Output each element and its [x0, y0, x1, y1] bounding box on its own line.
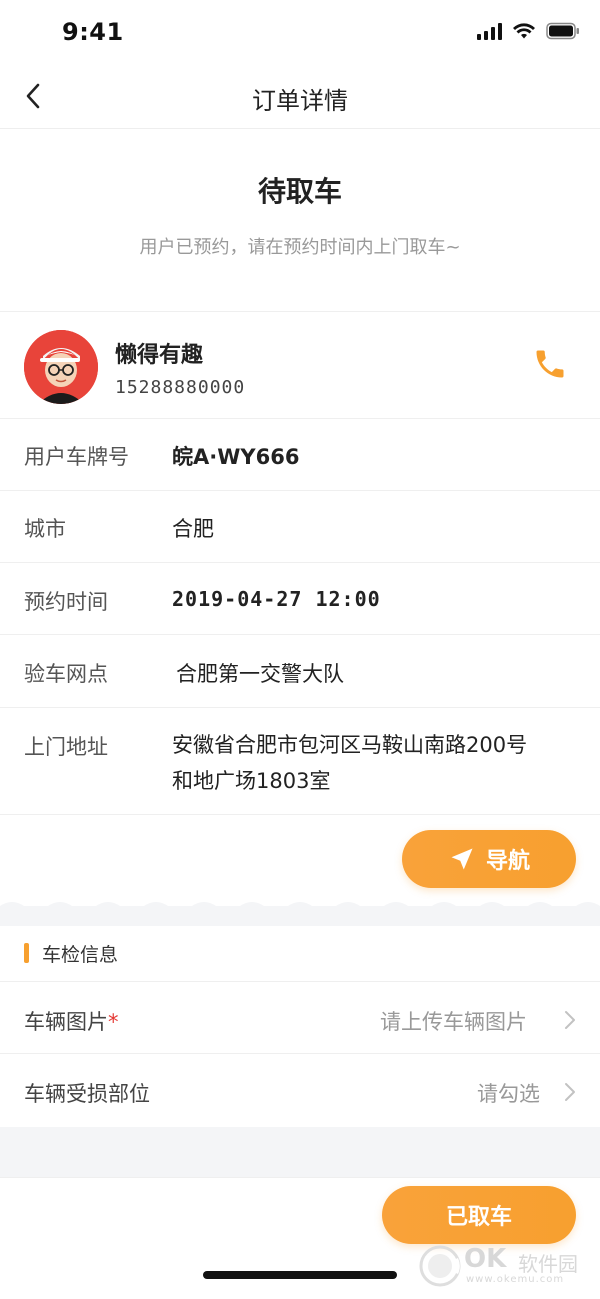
damage-parts-label: 车辆受损部位 — [24, 1082, 150, 1106]
address-value: 安徽省合肥市包河区马鞍山南路200号 和地广场1803室 — [172, 727, 592, 799]
user-phone: 15288880000 — [115, 377, 246, 398]
user-name: 懒得有趣 — [115, 343, 204, 368]
watermark-logo: OK 软件园 www.okemu.com — [418, 1244, 598, 1290]
divider — [0, 418, 600, 419]
chevron-right-icon[interactable] — [562, 1009, 578, 1031]
grey-gap — [0, 920, 600, 926]
divider — [0, 1053, 600, 1054]
call-button[interactable] — [532, 346, 568, 382]
order-hint: 用户已预约，请在预约时间内上门取车~ — [139, 237, 461, 258]
home-indicator — [203, 1271, 397, 1279]
section-accent-bar — [24, 943, 29, 963]
nav-bar: 订单详情 — [0, 64, 600, 129]
watermark-brand: OK — [464, 1244, 507, 1274]
plate-label: 用户车牌号 — [24, 445, 129, 469]
divider — [0, 311, 600, 312]
damage-parts-select[interactable]: 请勾选 — [477, 1078, 540, 1108]
appointment-time-value: 2019-04-27 12:00 — [172, 587, 381, 611]
station-label: 验车网点 — [24, 662, 108, 686]
vehicle-photos-label: 车辆图片* — [24, 1006, 119, 1036]
city-value: 合肥 — [172, 517, 214, 541]
signal-icon — [477, 22, 502, 40]
required-mark: * — [108, 1010, 119, 1034]
battery-icon — [546, 22, 579, 40]
avatar — [24, 330, 98, 404]
status-time: 9:41 — [62, 18, 124, 46]
city-label: 城市 — [24, 517, 66, 541]
phone-icon — [536, 350, 564, 378]
divider — [0, 1177, 600, 1178]
chevron-right-icon[interactable] — [562, 1081, 578, 1103]
wifi-icon — [513, 23, 535, 39]
address-line-1: 安徽省合肥市包河区马鞍山南路200号 — [172, 733, 528, 757]
avatar-image — [24, 330, 98, 404]
plate-value: 皖A·WY666 — [172, 445, 300, 469]
appointment-time-label: 预约时间 — [24, 590, 108, 614]
picked-up-button[interactable]: 已取车 — [382, 1186, 576, 1244]
navigation-arrow-icon — [451, 848, 473, 870]
page-title: 订单详情 — [252, 87, 348, 115]
watermark-url: www.okemu.com — [466, 1274, 565, 1285]
section-title: 车检信息 — [42, 944, 119, 966]
divider — [0, 562, 600, 563]
status-bar: 9:41 — [0, 0, 600, 64]
address-line-2: 和地广场1803室 — [172, 769, 331, 793]
divider — [0, 634, 600, 635]
vehicle-photos-upload[interactable]: 请上传车辆图片 — [380, 1006, 527, 1036]
navigate-button[interactable]: 导航 — [402, 830, 576, 888]
address-label: 上门地址 — [24, 735, 108, 759]
divider — [0, 707, 600, 708]
divider — [0, 981, 600, 982]
grey-footer-gap — [0, 1127, 600, 1177]
order-status: 待取车 — [257, 175, 342, 208]
vehicle-photos-label-text: 车辆图片 — [24, 1010, 108, 1034]
status-icons — [477, 22, 580, 40]
navigate-button-label: 导航 — [485, 849, 530, 874]
watermark-icon — [419, 1245, 461, 1287]
station-value: 合肥第一交警大队 — [176, 662, 344, 686]
divider — [0, 490, 600, 491]
divider — [0, 814, 600, 815]
watermark-cn: 软件园 — [518, 1252, 578, 1276]
